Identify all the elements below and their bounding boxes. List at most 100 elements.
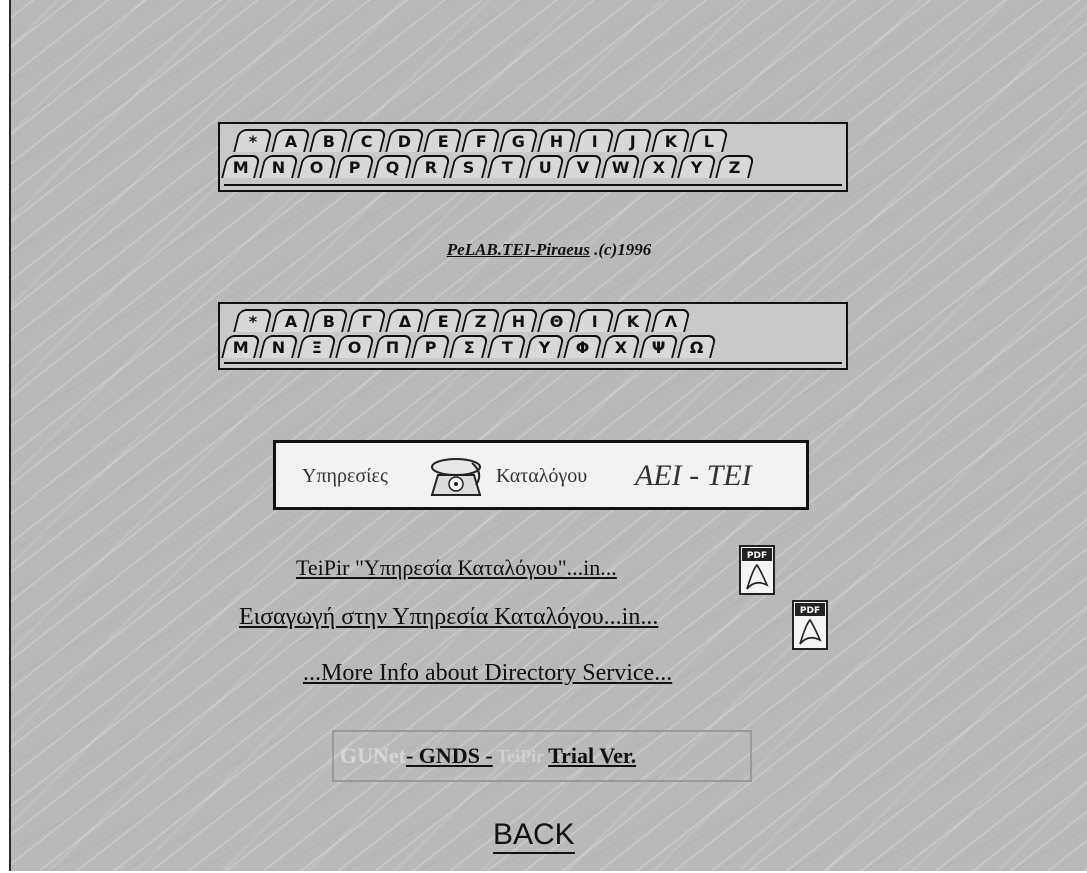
letter-tab[interactable]: L [689, 129, 729, 152]
letter-tab[interactable]: Ζ [461, 309, 501, 332]
letter-tab-label: U [538, 158, 552, 177]
copyright-line: PeLAB.TEI-Piraeus .(c)1996 [11, 240, 1087, 260]
letter-tab[interactable]: Ρ [411, 335, 451, 358]
letter-tab[interactable]: Η [499, 309, 539, 332]
letter-tab[interactable]: Θ [537, 309, 577, 332]
letter-tab[interactable]: Φ [563, 335, 603, 358]
letter-tab[interactable]: R [411, 155, 451, 178]
letter-tab[interactable]: Ν [259, 335, 299, 358]
letter-tab[interactable]: Τ [487, 335, 527, 358]
letter-tab-label: P [348, 158, 361, 177]
banner-label-aei-tei: ΑΕΙ - ΤΕΙ [635, 459, 752, 492]
letter-tab[interactable]: G [499, 129, 539, 152]
svg-text:PDF: PDF [747, 551, 767, 561]
letter-tab[interactable]: Β [309, 309, 349, 332]
letter-tab-label: Z [728, 158, 741, 177]
letter-tab-label: O [309, 158, 324, 177]
letter-tab-label: T [501, 158, 513, 177]
directory-services-banner[interactable]: Υπηρεσίες Καταλόγου ΑΕΙ - ΤΕΙ [273, 440, 809, 510]
letter-tab-label: Q [385, 158, 400, 177]
letter-tab[interactable]: J [613, 129, 653, 152]
letter-tab[interactable]: Ο [335, 335, 375, 358]
letter-tab-label: J [629, 132, 636, 151]
letter-tab[interactable]: S [449, 155, 489, 178]
letter-tab[interactable]: Π [373, 335, 413, 358]
letter-tab[interactable]: I [575, 129, 615, 152]
letter-tab-label: Ξ [311, 338, 322, 357]
letter-tab-label: V [576, 158, 589, 177]
letter-tab-label: Δ [398, 312, 411, 331]
back-button[interactable]: BACK [493, 818, 575, 854]
letter-tab-label: Β [322, 312, 335, 331]
teipir-directory-doc-link[interactable]: TeiPir "Υπηρεσία Καταλόγου"...in... [296, 555, 617, 581]
letter-tab-label: C [360, 132, 373, 151]
letter-tab[interactable]: P [335, 155, 375, 178]
letter-tab-label: E [437, 132, 449, 151]
letter-tab[interactable]: Q [373, 155, 413, 178]
more-info-directory-link[interactable]: ...More Info about Directory Service... [303, 660, 672, 687]
letter-tab-label: D [398, 132, 412, 151]
letter-tab[interactable]: Λ [651, 309, 691, 332]
letter-tab[interactable]: H [537, 129, 577, 152]
letter-tab-label: Λ [664, 312, 677, 331]
letter-tab[interactable]: B [309, 129, 349, 152]
letter-tab[interactable]: Γ [347, 309, 387, 332]
letter-tab-label: I [591, 132, 598, 151]
letter-tab-label: Ι [591, 312, 598, 331]
letter-tab-label: K [664, 132, 677, 151]
letter-tab[interactable]: V [563, 155, 603, 178]
letter-tab-label: Ω [689, 338, 704, 357]
letter-tab-label: L [703, 132, 714, 151]
letter-tab[interactable]: Χ [601, 335, 641, 358]
directory-intro-doc-link[interactable]: Εισαγωγή στην Υπηρεσία Καταλόγου...in... [239, 604, 658, 631]
pdf-icon[interactable]: PDF [739, 545, 775, 595]
page-background: * A B C D E F G H I J K L M N O P Q R S T U V W X Y Z PeLAB.TEI-P… [9, 0, 1087, 871]
letter-tab[interactable]: T [487, 155, 527, 178]
gunet-label: GUNet [340, 743, 406, 768]
letter-tab-label: Ψ [651, 338, 666, 357]
letter-tab[interactable]: Σ [449, 335, 489, 358]
greek-tab-row-2: ΜΝ ΞΟΠΡΣΤΥΦΧΨ Ω [221, 335, 846, 360]
letter-tab-label: * [248, 132, 257, 151]
letter-tab[interactable]: Z [715, 155, 755, 178]
telephone-icon [430, 458, 482, 496]
letter-tab[interactable]: Ω [677, 335, 717, 358]
letter-tab[interactable]: U [525, 155, 565, 178]
greek-alphabet-index: * Α Β Γ Δ Ε Ζ Η Θ Ι Κ Λ Μ Ν Ξ Ο Π Ρ Σ Τ Υ Φ Χ Ψ Ω [218, 302, 848, 370]
letter-tab[interactable]: W [601, 155, 641, 178]
letter-tab-label: Γ [361, 312, 372, 331]
latin-tab-row-2: M N O P Q R S T U V W X Y Z [221, 155, 846, 180]
letter-tab[interactable]: Ψ [639, 335, 679, 358]
letter-tab[interactable]: X [639, 155, 679, 178]
pdf-icon[interactable]: PDF [792, 600, 828, 650]
letter-tab[interactable]: A [271, 129, 311, 152]
letter-tab[interactable]: E [423, 129, 463, 152]
gnds-link[interactable]: - GNDS - [406, 743, 493, 769]
pelab-link[interactable]: PeLAB.TEI-Piraeus [447, 240, 590, 259]
letter-tab[interactable]: Δ [385, 309, 425, 332]
letter-tab[interactable]: Ι [575, 309, 615, 332]
banner-label-catalog: Καταλόγου [496, 465, 588, 487]
letter-tab[interactable]: Ξ [297, 335, 337, 358]
letter-tab[interactable]: F [461, 129, 501, 152]
letter-tab[interactable]: Ε [423, 309, 463, 332]
letter-tab[interactable]: Κ [613, 309, 653, 332]
greek-tab-row-1: * Α Β Γ Δ Ε Ζ Η Θ Ι Κ Λ [233, 309, 846, 334]
letter-tab[interactable]: D [385, 129, 425, 152]
letter-tab[interactable]: Y [677, 155, 717, 178]
letter-tab[interactable]: N [259, 155, 299, 178]
letter-tab-label: Ν [272, 338, 286, 357]
trial-version-link[interactable]: Trial Ver. [548, 743, 636, 769]
letter-tab[interactable]: * [233, 309, 273, 332]
letter-tab[interactable]: C [347, 129, 387, 152]
letter-tab[interactable]: Υ [525, 335, 565, 358]
letter-tab[interactable]: K [651, 129, 691, 152]
letter-tab[interactable]: Μ [221, 335, 261, 358]
letter-tab[interactable]: M [221, 155, 261, 178]
letter-tab-label: Ζ [474, 312, 487, 331]
letter-tab[interactable]: O [297, 155, 337, 178]
letter-tab-label: Σ [463, 338, 475, 357]
letter-tab-label: Ε [437, 312, 449, 331]
letter-tab[interactable]: * [233, 129, 273, 152]
letter-tab[interactable]: Α [271, 309, 311, 332]
